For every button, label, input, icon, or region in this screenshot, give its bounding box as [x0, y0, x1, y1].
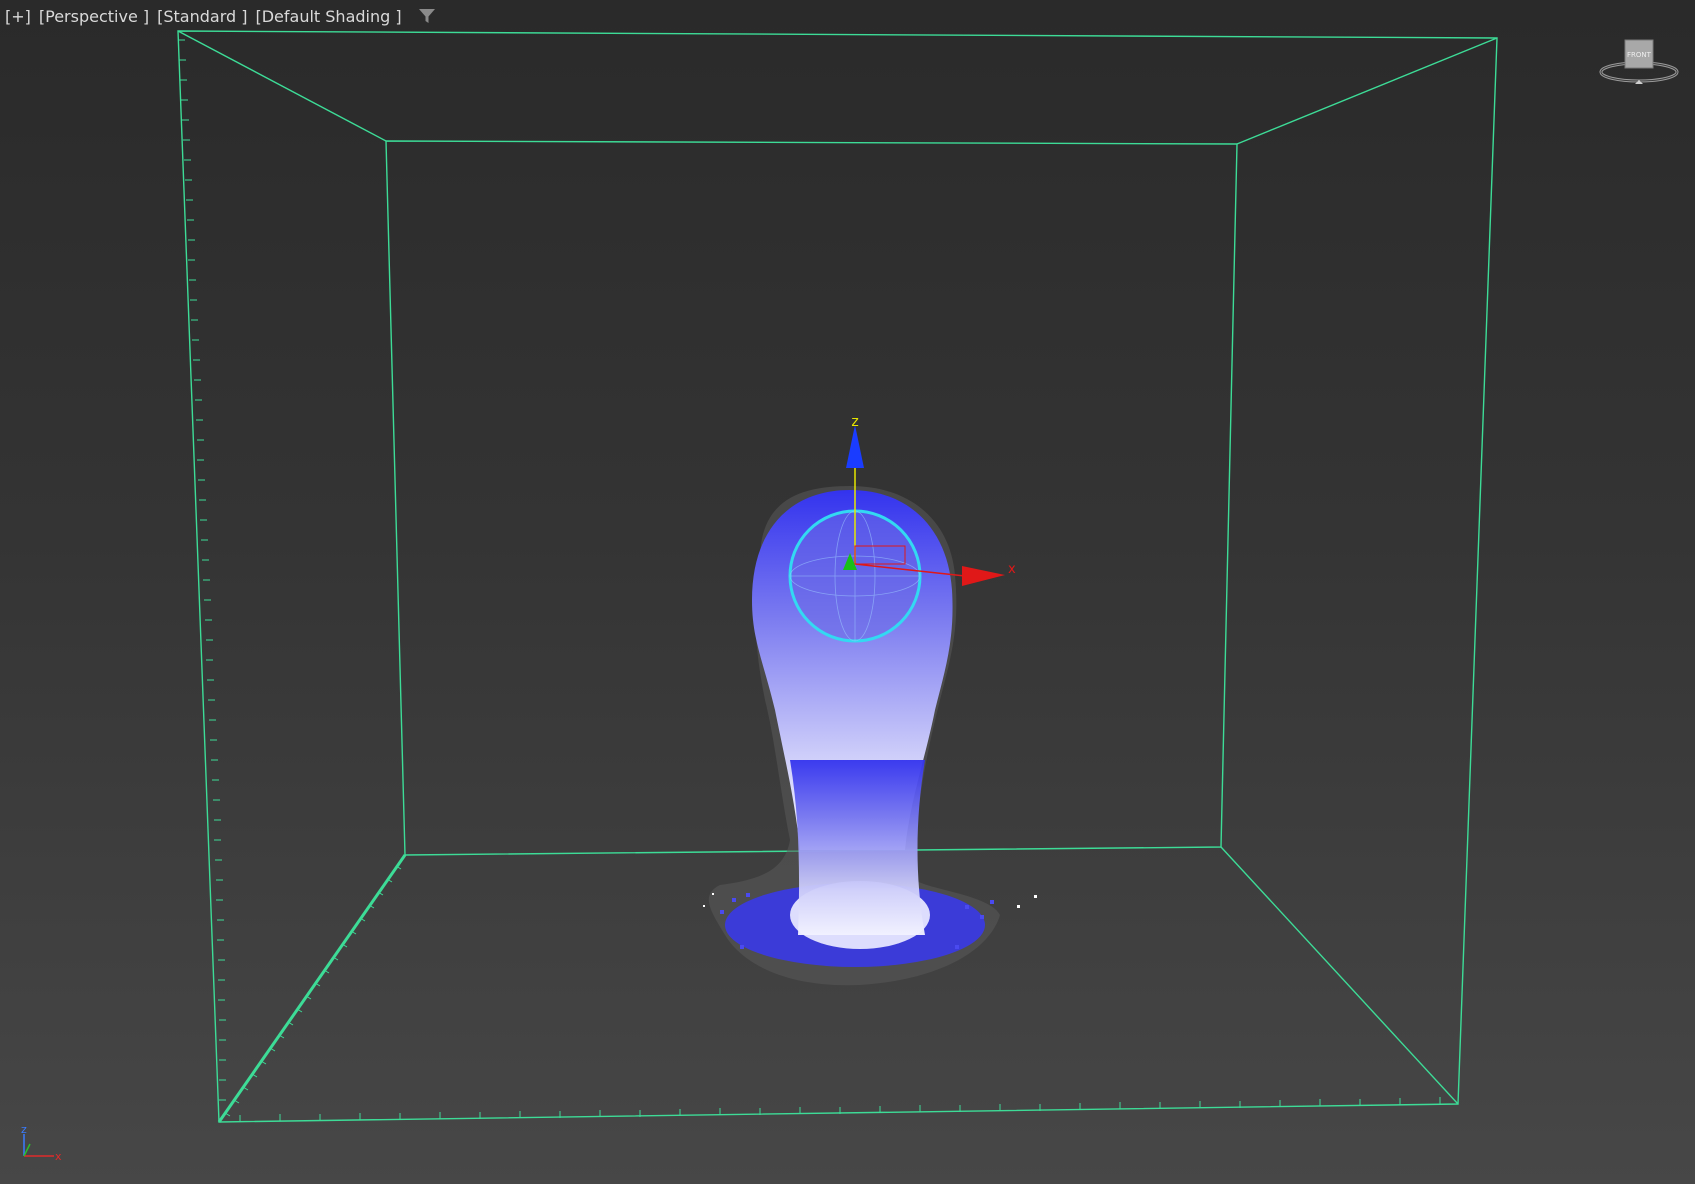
gizmo-z-label: z	[851, 414, 858, 430]
gizmo-x-arrow[interactable]	[962, 566, 1005, 586]
viewcube[interactable]: FRONT	[1596, 36, 1682, 86]
funnel-filter-icon[interactable]	[417, 6, 437, 26]
viewport-label-bar: [+] [Perspective ] [Standard ] [Default …	[4, 5, 437, 27]
bbox-left-ticks	[178, 39, 226, 1101]
axis-tripod-x-label: x	[55, 1150, 62, 1160]
axis-tripod-icon: z x	[21, 1123, 62, 1163]
bbox-bottom-ticks	[239, 1097, 1441, 1122]
scene-canvas[interactable]: z x	[0, 0, 1695, 1184]
viewcube-face-label: FRONT	[1627, 51, 1652, 59]
viewport-preset-menu[interactable]: [Standard ]	[156, 7, 248, 26]
bbox-edge	[1220, 846, 1459, 1105]
gizmo-x-label: x	[1008, 562, 1016, 577]
bbox-diagonal-ticks	[224, 865, 402, 1117]
bbox-edge	[1236, 37, 1498, 145]
viewcube-icon[interactable]: FRONT	[1596, 36, 1682, 86]
viewport-view-menu[interactable]: [Perspective ]	[38, 7, 150, 26]
bbox-edge	[177, 30, 387, 142]
viewport-menu-button[interactable]: [+]	[4, 7, 32, 26]
gizmo-z-arrow[interactable]	[846, 425, 864, 468]
viewport-shading-menu[interactable]: [Default Shading ]	[254, 7, 402, 26]
axis-tripod-z-label: z	[21, 1123, 27, 1136]
bbox-edge	[217, 854, 407, 1123]
world-axis-tripod: z x	[18, 1120, 64, 1163]
particle-column	[790, 760, 925, 935]
perspective-viewport[interactable]: [+] [Perspective ] [Standard ] [Default …	[0, 0, 1695, 1184]
